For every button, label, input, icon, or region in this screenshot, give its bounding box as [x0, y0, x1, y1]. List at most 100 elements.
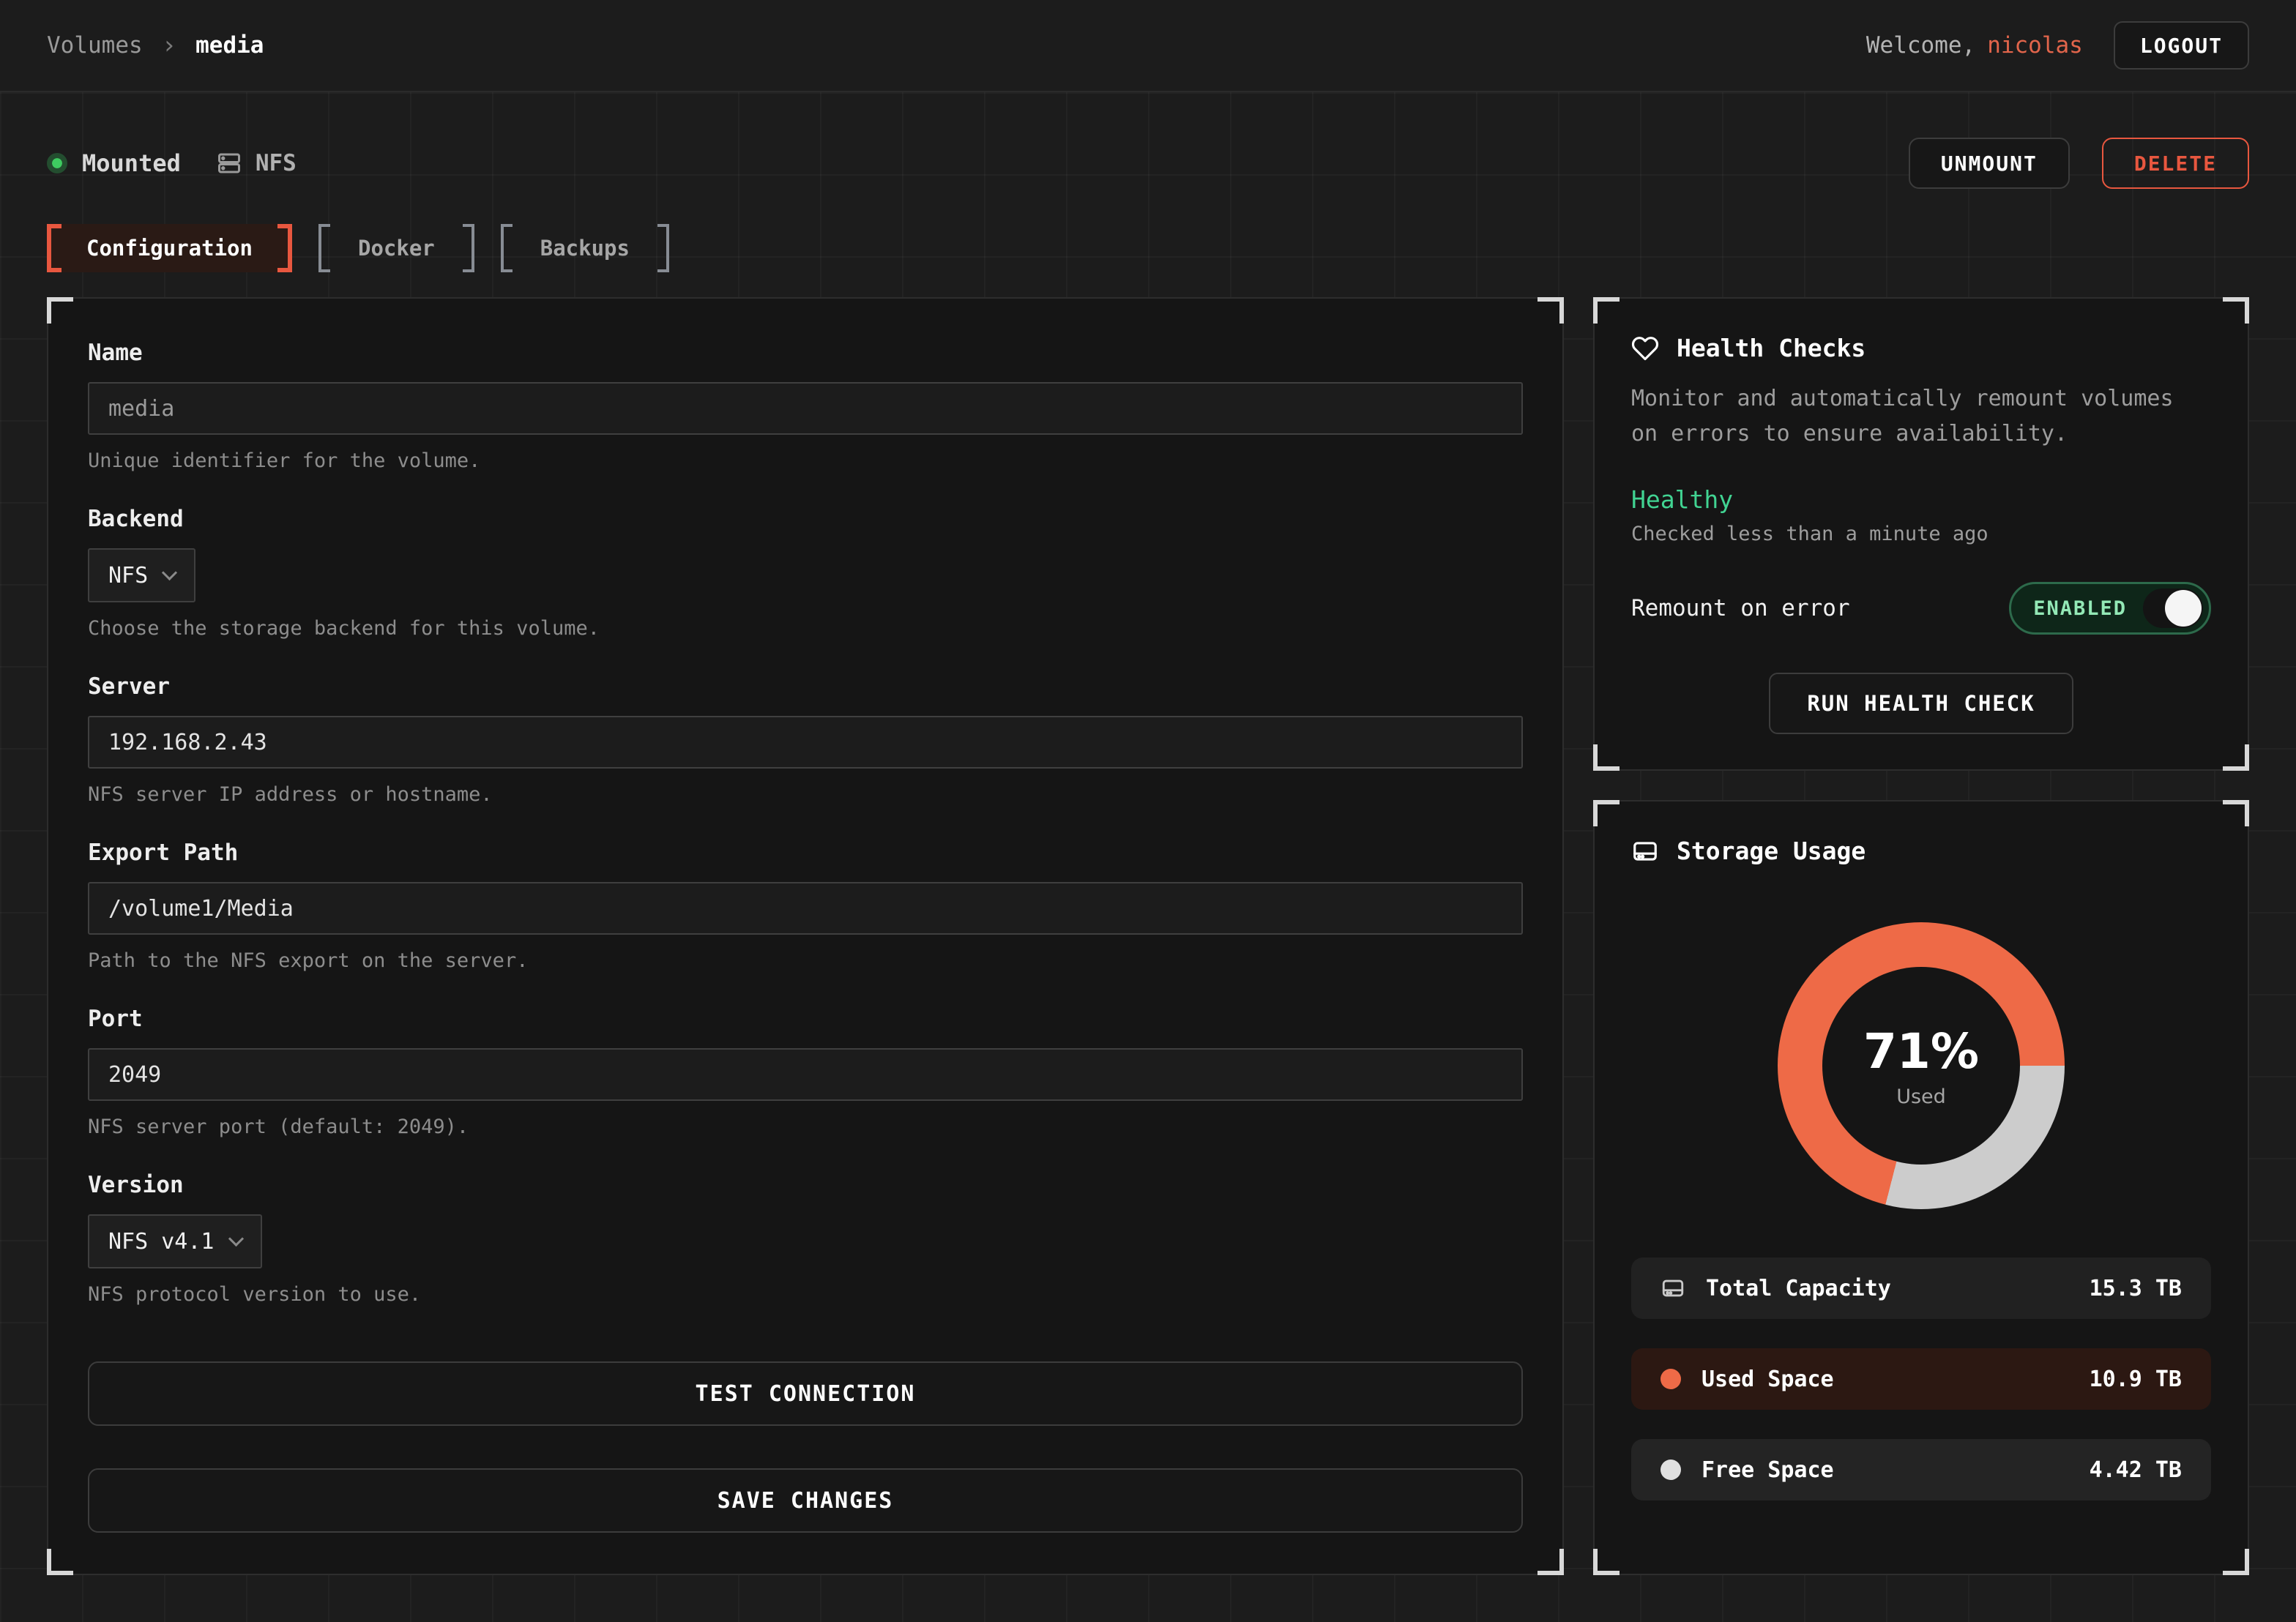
corner-bracket — [2223, 297, 2249, 324]
port-input[interactable] — [88, 1048, 1523, 1101]
name-label: Name — [88, 340, 1523, 366]
tab-configuration[interactable]: Configuration — [47, 224, 292, 272]
backend-label: Backend — [88, 506, 1523, 532]
corner-bracket — [2223, 1549, 2249, 1575]
health-description: Monitor and automatically remount volume… — [1631, 381, 2211, 452]
health-last-checked: Checked less than a minute ago — [1631, 523, 2211, 545]
status-row: Mounted NFS UNMOUNT DELETE — [47, 138, 2249, 189]
bracket-decoration — [47, 224, 61, 248]
chevron-down-icon — [162, 564, 177, 580]
corner-bracket — [1593, 744, 1620, 771]
corner-bracket — [1593, 1549, 1620, 1575]
bracket-decoration — [318, 248, 330, 272]
export-path-input[interactable] — [88, 882, 1523, 935]
stat-value: 10.9 TB — [2090, 1367, 2182, 1392]
health-title-text: Health Checks — [1677, 334, 1865, 362]
right-column: Health Checks Monitor and automatically … — [1593, 297, 2249, 1575]
storage-panel-title: Storage Usage — [1631, 837, 2211, 865]
remount-toggle[interactable]: ENABLED — [2009, 582, 2211, 635]
toggle-state-label: ENABLED — [2033, 597, 2127, 620]
bracket-decoration — [501, 224, 512, 248]
health-checks-panel: Health Checks Monitor and automatically … — [1593, 297, 2249, 771]
unmount-button[interactable]: UNMOUNT — [1909, 138, 2070, 189]
tab-bar: Configuration Docker Backups — [47, 224, 2249, 272]
name-help: Unique identifier for the volume. — [88, 449, 1523, 472]
bracket-decoration — [501, 248, 512, 272]
volume-actions: UNMOUNT DELETE — [1909, 138, 2249, 189]
volume-detail-page: Volumes › media Welcome, nicolas LOGOUT … — [0, 0, 2296, 1622]
backend-select[interactable]: NFS — [88, 548, 195, 602]
remount-label: Remount on error — [1631, 595, 1850, 621]
run-health-check-button[interactable]: RUN HEALTH CHECK — [1769, 673, 2073, 734]
stat-value: 15.3 TB — [2090, 1276, 2182, 1301]
test-connection-button[interactable]: TEST CONNECTION — [88, 1361, 1523, 1426]
corner-bracket — [2223, 800, 2249, 826]
stat-row-used-space: Used Space 10.9 TB — [1631, 1348, 2211, 1410]
bracket-decoration — [463, 224, 474, 248]
tab-label: Docker — [358, 236, 435, 261]
bracket-decoration — [277, 224, 292, 248]
stat-label: Total Capacity — [1706, 1276, 1891, 1301]
server-input[interactable] — [88, 716, 1523, 769]
configuration-panel: Name Unique identifier for the volume. B… — [47, 297, 1564, 1575]
free-space-dot — [1660, 1460, 1681, 1480]
breadcrumb-volumes-link[interactable]: Volumes — [47, 32, 143, 59]
storage-usage-panel: Storage Usage 71% Used — [1593, 800, 2249, 1575]
bracket-decoration — [657, 248, 669, 272]
health-status: Healthy — [1631, 485, 2211, 514]
server-help: NFS server IP address or hostname. — [88, 783, 1523, 806]
corner-bracket — [47, 1549, 73, 1575]
tab-label: Configuration — [86, 236, 253, 261]
logout-button[interactable]: LOGOUT — [2114, 21, 2249, 70]
tab-docker[interactable]: Docker — [318, 224, 474, 272]
bracket-decoration — [318, 224, 330, 248]
welcome-text: Welcome, nicolas — [1866, 32, 2083, 59]
tab-label: Backups — [540, 236, 630, 261]
server-label: Server — [88, 673, 1523, 700]
used-space-dot — [1660, 1369, 1681, 1389]
export-path-label: Export Path — [88, 840, 1523, 866]
stat-row-total-capacity: Total Capacity 15.3 TB — [1631, 1257, 2211, 1319]
used-percent-label: 71% — [1863, 1023, 1979, 1080]
used-sub-label: Used — [1896, 1085, 1946, 1108]
remount-setting-row: Remount on error ENABLED — [1631, 582, 2211, 635]
backend-select-value: NFS — [108, 563, 148, 588]
volume-status: Mounted NFS — [47, 149, 297, 177]
main-grid: Name Unique identifier for the volume. B… — [47, 297, 2249, 1575]
version-help: NFS protocol version to use. — [88, 1283, 1523, 1306]
version-select[interactable]: NFS v4.1 — [88, 1214, 262, 1268]
corner-bracket — [2223, 744, 2249, 771]
stat-label: Free Space — [1702, 1457, 1834, 1483]
tab-backups[interactable]: Backups — [501, 224, 669, 272]
stat-label-group: Total Capacity — [1660, 1276, 1891, 1301]
server-stack-icon — [216, 150, 242, 176]
corner-bracket — [1538, 297, 1564, 324]
storage-donut: 71% Used — [1778, 922, 2065, 1209]
run-health-check-wrap: RUN HEALTH CHECK — [1631, 673, 2211, 734]
chevron-right-icon: › — [162, 31, 176, 60]
corner-bracket — [1538, 1549, 1564, 1575]
stat-label: Used Space — [1702, 1367, 1834, 1392]
breadcrumb: Volumes › media — [47, 31, 264, 60]
toggle-thumb — [2143, 588, 2203, 628]
corner-bracket — [1593, 800, 1620, 826]
version-select-value: NFS v4.1 — [108, 1229, 215, 1255]
save-changes-button[interactable]: SAVE CHANGES — [88, 1468, 1523, 1533]
port-label: Port — [88, 1006, 1523, 1032]
heart-icon — [1631, 335, 1659, 362]
stat-label-group: Used Space — [1660, 1367, 1834, 1392]
topbar: Volumes › media Welcome, nicolas LOGOUT — [0, 0, 2296, 92]
bracket-decoration — [463, 248, 474, 272]
donut-center: 71% Used — [1822, 967, 2020, 1165]
delete-button[interactable]: DELETE — [2102, 138, 2249, 189]
breadcrumb-current-volume: media — [195, 32, 264, 59]
export-path-help: Path to the NFS export on the server. — [88, 949, 1523, 972]
backend-help: Choose the storage backend for this volu… — [88, 617, 1523, 640]
bracket-decoration — [657, 224, 669, 248]
name-input[interactable] — [88, 382, 1523, 435]
welcome-prefix: Welcome, — [1866, 32, 1975, 59]
content-area: Mounted NFS UNMOUNT DELETE — [0, 92, 2296, 1622]
username: nicolas — [1987, 32, 2083, 59]
hard-drive-icon — [1660, 1276, 1685, 1301]
stat-value: 4.42 TB — [2090, 1457, 2182, 1483]
